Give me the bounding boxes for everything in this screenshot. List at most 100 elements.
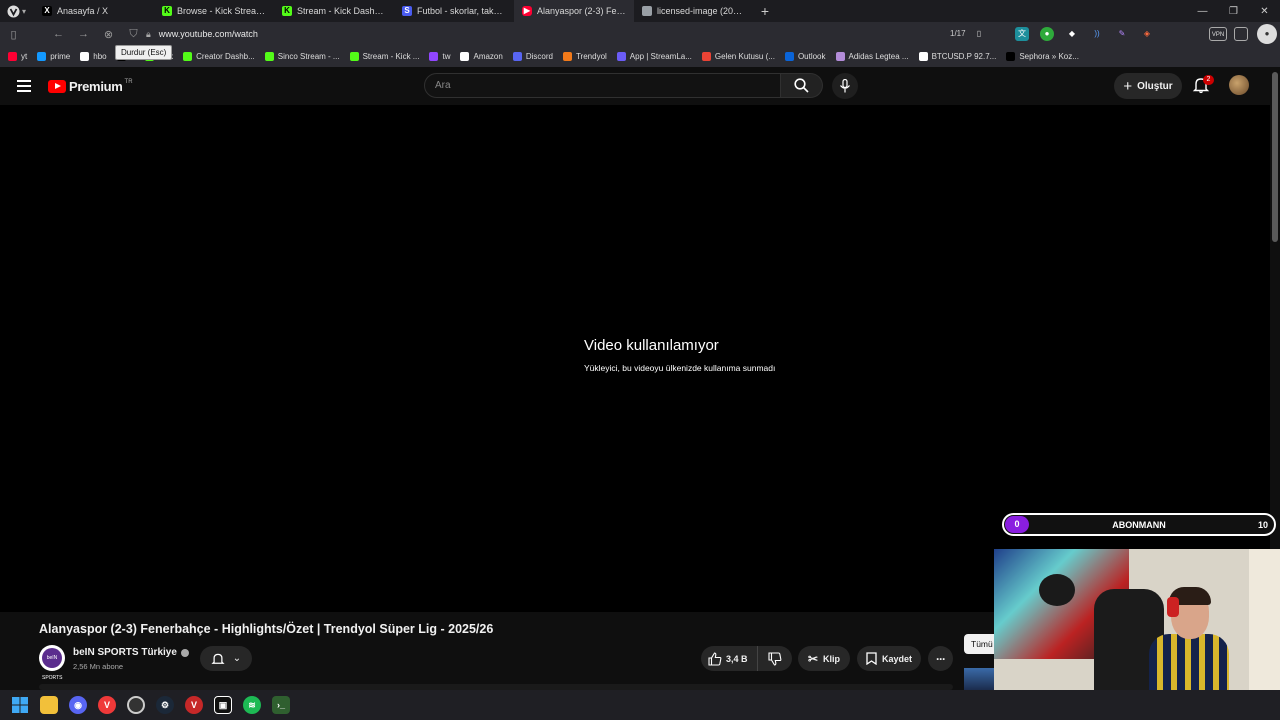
shield-icon[interactable]: ⛉: [121, 28, 146, 41]
bookmark-item[interactable]: yt: [8, 52, 27, 61]
create-label: Oluştur: [1137, 80, 1173, 92]
spotify-icon[interactable]: ≋: [243, 696, 261, 714]
back-icon[interactable]: ←: [46, 28, 71, 40]
microphone-icon: [840, 79, 850, 93]
bookmark-favicon-icon: [701, 52, 711, 61]
bookmark-item[interactable]: Outlook: [784, 52, 826, 61]
new-tab-icon[interactable]: +: [754, 3, 776, 19]
channel-avatar[interactable]: beIN SPORTS: [39, 645, 65, 681]
youtube-logo[interactable]: Premium TR: [48, 79, 133, 94]
chip-all[interactable]: Tümü: [964, 634, 994, 654]
bookmark-item[interactable]: Trendyol: [562, 52, 607, 61]
bookmark-favicon-icon: [512, 52, 522, 61]
tab-x[interactable]: X Anasayfa / X: [34, 0, 154, 22]
bookmark-label: Adidas Legtea ...: [848, 52, 909, 61]
wave-extension-icon[interactable]: )): [1090, 27, 1104, 41]
lock-icon[interactable]: 🔒︎: [146, 29, 151, 40]
steam-icon[interactable]: ⚙: [156, 696, 174, 714]
recommended-thumbnail[interactable]: [964, 668, 994, 690]
green-extension-icon[interactable]: ●: [1040, 27, 1054, 41]
bookmark-item[interactable]: Sephora » Koz...: [1006, 52, 1079, 61]
bookmark-label: tw: [442, 52, 451, 61]
vivaldi-menu-icon[interactable]: [4, 3, 22, 19]
bookmark-item[interactable]: Amazon: [460, 52, 503, 61]
tab-label: Alanyaspor (2-3) Fenerbahç: [537, 6, 626, 16]
menu-icon[interactable]: [17, 80, 31, 95]
windows-taskbar: ◉ V ⚙ V ▣ ≋ ›_: [0, 690, 1280, 720]
vivaldi-icon[interactable]: V: [98, 696, 116, 714]
like-button[interactable]: 3,4 B: [701, 646, 758, 671]
bookmark-label: Sinco Stream - ...: [277, 52, 340, 61]
bookmarks-bar: ytprimehboXKickCreator Dashb...Sinco Str…: [0, 46, 1280, 67]
clip-button[interactable]: ✂ Klip: [798, 646, 850, 671]
bookmark-label: Discord: [525, 52, 553, 61]
discord-icon[interactable]: ◉: [69, 696, 87, 714]
windows-start-icon[interactable]: [11, 696, 29, 714]
channel-avatar-text: beIN SPORTS: [42, 648, 62, 681]
dislike-button[interactable]: [758, 651, 792, 666]
subscription-bell-button[interactable]: ⌄: [200, 646, 252, 671]
file-explorer-icon[interactable]: [40, 696, 58, 714]
thumbs-up-icon: [708, 651, 722, 666]
bookmark-icon: [866, 652, 877, 665]
bookmark-favicon-icon: [264, 52, 274, 61]
tab-flashscore[interactable]: S Futbol - skorlar, takvim & c: [394, 0, 514, 22]
bookmark-favicon-icon: [37, 52, 47, 61]
bookmark-item[interactable]: Gelen Kutusu (...: [701, 52, 775, 61]
stop-loading-icon[interactable]: ⊗: [96, 28, 121, 41]
like-count: 3,4 B: [726, 653, 748, 664]
extensions-icon[interactable]: [1234, 27, 1248, 41]
kick-icon: K: [162, 6, 172, 16]
pen-extension-icon[interactable]: ✎: [1115, 27, 1129, 41]
more-actions-icon[interactable]: ···: [928, 646, 953, 671]
restore-icon[interactable]: ❐: [1218, 0, 1249, 22]
capcut-icon[interactable]: ▣: [214, 696, 232, 714]
bookmark-label: Gelen Kutusu (...: [714, 52, 775, 61]
translate-extension-icon[interactable]: 文: [1015, 27, 1029, 41]
bookmark-item[interactable]: hbo: [80, 52, 107, 61]
tab-youtube-active[interactable]: ▶ Alanyaspor (2-3) Fenerbahç: [514, 0, 634, 22]
tooltip: Durdur (Esc): [115, 45, 173, 60]
vpn-button[interactable]: VPN: [1209, 27, 1227, 41]
bookmark-item[interactable]: Discord: [512, 52, 553, 61]
bookmark-favicon-icon: [80, 52, 90, 61]
forward-icon[interactable]: →: [71, 28, 96, 40]
search-button[interactable]: [781, 73, 823, 98]
search-input[interactable]: Ara: [424, 73, 781, 98]
bookmark-favicon-icon: [1006, 52, 1016, 61]
diamond-extension-icon[interactable]: ◆: [1065, 27, 1079, 41]
bookmark-item[interactable]: Adidas Legtea ...: [835, 52, 909, 61]
bell-icon: [211, 653, 225, 664]
minimize-icon[interactable]: —: [1187, 0, 1218, 22]
bookmark-item[interactable]: App | StreamLa...: [616, 52, 692, 61]
bookmark-item[interactable]: prime: [37, 52, 70, 61]
bookmark-item[interactable]: Creator Dashb...: [183, 52, 255, 61]
url-field[interactable]: www.youtube.com/watch: [159, 29, 258, 39]
create-button[interactable]: + Oluştur: [1114, 73, 1182, 99]
account-avatar[interactable]: [1229, 75, 1249, 95]
obs-icon[interactable]: [127, 696, 145, 714]
terminal-icon[interactable]: ›_: [272, 696, 290, 714]
bookmark-item[interactable]: BTCUSD.P 92.7...: [918, 52, 996, 61]
bookmark-item[interactable]: Sinco Stream - ...: [264, 52, 340, 61]
tab-stack-chevron-icon[interactable]: ▾: [22, 7, 34, 16]
bookmark-icon[interactable]: ▯: [972, 27, 986, 41]
sub-goal-label: ABONMANN: [1112, 520, 1166, 530]
tab-licensed-image[interactable]: licensed-image (2048×136: [634, 0, 754, 22]
tab-kick-browse[interactable]: K Browse - Kick Streaming: [154, 0, 274, 22]
voice-search-button[interactable]: [832, 73, 858, 99]
bookmark-favicon-icon: [349, 52, 359, 61]
scrollbar-thumb[interactable]: [1272, 72, 1278, 242]
profile-icon[interactable]: ●: [1257, 24, 1277, 44]
save-button[interactable]: Kaydet: [857, 646, 921, 671]
youtube-icon: ▶: [522, 6, 532, 16]
close-window-icon[interactable]: ✕: [1249, 0, 1280, 22]
bookmark-item[interactable]: Stream - Kick ...: [349, 52, 419, 61]
panel-toggle-icon[interactable]: ▯: [1, 28, 26, 41]
tab-kick-dashboard[interactable]: K Stream - Kick Dashboard: [274, 0, 394, 22]
bookmark-item[interactable]: tw: [429, 52, 450, 61]
vivaldi-red-icon[interactable]: V: [185, 696, 203, 714]
channel-name[interactable]: beIN SPORTS Türkiye: [73, 647, 189, 658]
bookmark-favicon-icon: [460, 52, 470, 61]
fox-extension-icon[interactable]: ◈: [1140, 27, 1154, 41]
